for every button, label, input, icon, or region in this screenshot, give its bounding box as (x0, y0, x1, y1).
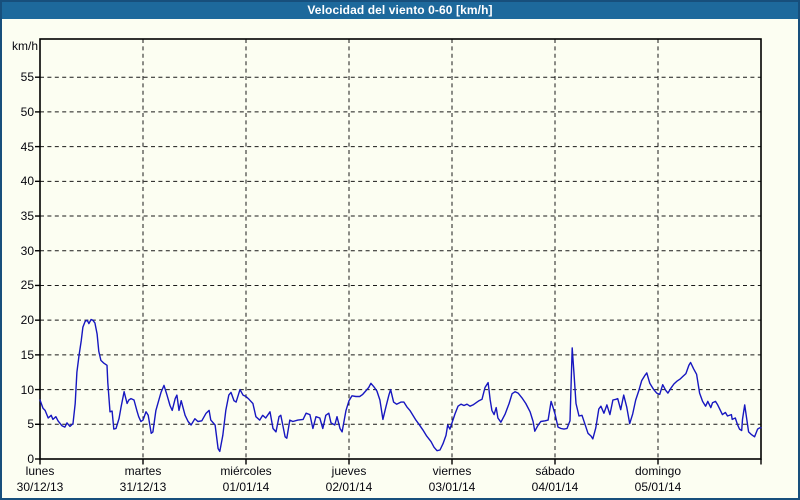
day-date-label: 30/12/13 (16, 480, 64, 494)
day-date-label: 31/12/13 (119, 480, 167, 494)
y-tick-label: 5 (27, 417, 34, 432)
day-name-label: lunes (25, 464, 55, 478)
wind-speed-chart-window: Velocidad del viento 0-60 [km/h] km/h 05… (0, 0, 800, 500)
day-name-label: martes (124, 464, 162, 478)
day-name-label: jueves (331, 464, 367, 478)
y-tick-label: 30 (20, 243, 34, 258)
y-tick-label: 20 (20, 313, 34, 328)
day-name-label: viernes (432, 464, 472, 478)
y-tick-label: 45 (20, 139, 34, 154)
day-name-label: miércoles (220, 464, 272, 478)
wind-speed-plot-area (35, 38, 762, 465)
day-date-label: 04/01/14 (531, 480, 579, 494)
day-name-label: domingo (634, 464, 682, 478)
y-tick-label: 40 (20, 174, 34, 189)
y-tick-label: 10 (20, 382, 34, 397)
day-date-label: 05/01/14 (634, 480, 682, 494)
y-tick-label: 35 (20, 209, 34, 224)
y-tick-label: 25 (20, 278, 34, 293)
day-name-label: sábado (535, 464, 575, 478)
y-tick-label: 55 (20, 70, 34, 85)
plot-border (39, 38, 762, 460)
day-date-label: 02/01/14 (325, 480, 373, 494)
y-tick-label: 50 (20, 104, 34, 119)
wind-speed-line (39, 318, 762, 453)
y-axis-unit-label: km/h (11, 39, 38, 53)
day-date-label: 03/01/14 (428, 480, 476, 494)
y-tick-label: 15 (20, 347, 34, 362)
day-date-label: 01/01/14 (222, 480, 270, 494)
